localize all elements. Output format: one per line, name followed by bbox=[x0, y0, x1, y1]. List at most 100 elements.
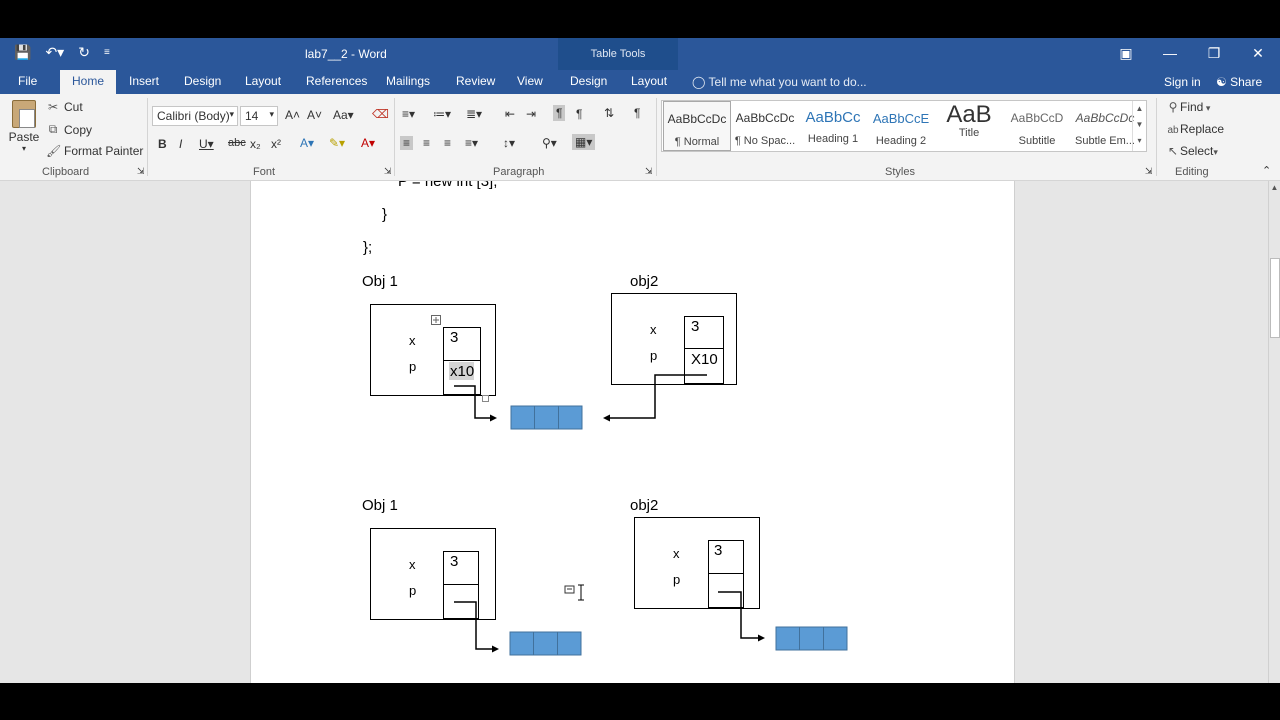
style-heading-1[interactable]: AaBbCc Heading 1 bbox=[799, 101, 867, 151]
tab-design[interactable]: Design bbox=[184, 74, 221, 88]
pointer-arrow bbox=[609, 374, 707, 419]
field-p-label: p bbox=[409, 359, 417, 374]
change-case-icon[interactable]: Aa▾ bbox=[333, 108, 354, 122]
save-icon[interactable]: 💾 bbox=[14, 44, 31, 61]
font-group-label: Font bbox=[253, 166, 276, 178]
document-canvas: P = new int [3]; } }; Obj 1 obj2 x p 3 x… bbox=[0, 181, 1268, 683]
decrease-indent-icon[interactable]: ⇤ bbox=[505, 107, 515, 121]
grow-font-icon[interactable]: A˄ bbox=[285, 108, 300, 122]
align-center-icon[interactable]: ≡ bbox=[423, 136, 430, 150]
bold-icon[interactable]: B bbox=[158, 137, 167, 151]
highlight-icon[interactable]: ✎▾ bbox=[329, 136, 345, 150]
style-no-spacing[interactable]: AaBbCcDc ¶ No Spac... bbox=[731, 101, 799, 151]
tab-home[interactable]: Home bbox=[60, 70, 117, 94]
align-right-icon[interactable]: ≡ bbox=[444, 136, 451, 150]
share-button[interactable]: ☯ Share bbox=[1216, 75, 1262, 89]
undo-icon[interactable]: ↶▾ bbox=[45, 44, 64, 61]
tab-mailings[interactable]: Mailings bbox=[386, 74, 430, 88]
numbering-icon[interactable]: ≔▾ bbox=[433, 107, 451, 121]
cut-button[interactable]: ✂ Cut bbox=[46, 100, 83, 114]
styles-scroll[interactable]: ▲ ▼ ▾ bbox=[1132, 101, 1146, 151]
minimize-button[interactable]: — bbox=[1148, 38, 1192, 70]
chevron-down-icon: ▾ bbox=[1213, 147, 1218, 157]
align-left-icon[interactable]: ≡ bbox=[400, 136, 414, 150]
paragraph-launcher-icon[interactable]: ⇲ bbox=[645, 166, 653, 177]
clear-formatting-icon[interactable]: ⌫ bbox=[372, 107, 389, 121]
borders-icon[interactable]: ▦▾ bbox=[572, 134, 596, 150]
close-button[interactable]: ✕ bbox=[1236, 38, 1280, 70]
ltr-direction-icon[interactable]: ¶ bbox=[553, 105, 566, 121]
font-size-select[interactable]: 14 ▾ bbox=[240, 106, 278, 126]
font-launcher-icon[interactable]: ⇲ bbox=[384, 166, 392, 177]
copy-button[interactable]: ⧉ Copy bbox=[46, 122, 92, 137]
shading-icon[interactable]: ⚲▾ bbox=[542, 136, 557, 150]
italic-icon[interactable]: I bbox=[179, 137, 182, 151]
vertical-scrollbar[interactable]: ▲ bbox=[1268, 181, 1280, 683]
text-effects-icon[interactable]: A▾ bbox=[300, 136, 314, 150]
format-painter-label: Format Painter bbox=[64, 144, 144, 158]
scroll-up-icon[interactable]: ▲ bbox=[1269, 183, 1280, 192]
tab-file[interactable]: File bbox=[18, 74, 37, 88]
justify-icon[interactable]: ≡▾ bbox=[465, 136, 478, 150]
obj1-x-value: 3 bbox=[450, 553, 459, 570]
tab-layout[interactable]: Layout bbox=[245, 74, 281, 88]
customize-qat-icon[interactable]: ≡ bbox=[104, 47, 110, 58]
superscript-icon[interactable]: x² bbox=[271, 137, 281, 151]
field-x-label: x bbox=[650, 322, 657, 337]
find-button[interactable]: ⚲ Find ▾ bbox=[1166, 100, 1211, 114]
select-button[interactable]: ↖ Select▾ bbox=[1166, 144, 1218, 158]
style-subtle-emphasis[interactable]: AaBbCcDc Subtle Em... bbox=[1071, 101, 1139, 151]
font-family-select[interactable]: Calibri (Body) ▾ bbox=[152, 106, 238, 126]
paste-button[interactable]: Paste ▾ bbox=[8, 100, 40, 153]
style-title[interactable]: AaB Title bbox=[935, 101, 1003, 151]
editing-group-label: Editing bbox=[1175, 166, 1209, 178]
font-color-icon[interactable]: A▾ bbox=[361, 136, 375, 150]
restore-button[interactable]: ❐ bbox=[1192, 38, 1236, 70]
tab-insert[interactable]: Insert bbox=[129, 74, 159, 88]
field-p-label: p bbox=[409, 583, 417, 598]
style-name: ¶ No Spac... bbox=[734, 135, 796, 147]
scroll-thumb[interactable] bbox=[1270, 258, 1280, 338]
bullets-icon[interactable]: ≡▾ bbox=[402, 107, 415, 121]
chevron-down-icon: ▾ bbox=[229, 109, 234, 119]
person-icon: ☯ bbox=[1216, 75, 1231, 89]
rtl-direction-icon[interactable]: ¶ bbox=[576, 107, 582, 121]
sign-in-link[interactable]: Sign in bbox=[1164, 75, 1201, 89]
sort-icon[interactable]: ⇅ bbox=[604, 106, 614, 120]
document-page[interactable]: P = new int [3]; } }; Obj 1 obj2 x p 3 x… bbox=[250, 181, 1015, 683]
tab-table-design[interactable]: Design bbox=[570, 74, 607, 88]
quick-access-toolbar: 💾 ↶▾ ↻ ≡ bbox=[14, 44, 110, 61]
style-name: Subtle Em... bbox=[1075, 135, 1135, 147]
redo-icon[interactable]: ↻ bbox=[78, 44, 90, 61]
tab-references[interactable]: References bbox=[306, 74, 367, 88]
table-resize-handle[interactable] bbox=[482, 395, 489, 402]
clipboard-launcher-icon[interactable]: ⇲ bbox=[137, 166, 145, 177]
style-heading-2[interactable]: AaBbCcE Heading 2 bbox=[867, 101, 935, 151]
increase-indent-icon[interactable]: ⇥ bbox=[526, 107, 536, 121]
subscript-icon[interactable]: x₂ bbox=[250, 137, 261, 151]
style-name: Heading 1 bbox=[807, 133, 859, 145]
format-painter-button[interactable]: 🖌 Format Painter bbox=[46, 144, 143, 158]
tab-table-layout[interactable]: Layout bbox=[631, 74, 667, 88]
strikethrough-icon[interactable]: abc bbox=[228, 137, 246, 149]
replace-button[interactable]: abReplace bbox=[1166, 122, 1224, 136]
field-x-label: x bbox=[673, 546, 680, 561]
field-p-label: p bbox=[650, 348, 658, 363]
chevron-down-icon: ▾ bbox=[1203, 103, 1211, 113]
styles-launcher-icon[interactable]: ⇲ bbox=[1145, 166, 1153, 177]
style-subtitle[interactable]: AaBbCcD Subtitle bbox=[1003, 101, 1071, 151]
tell-me-box[interactable]: ◯ Tell me what you want to do... bbox=[692, 75, 867, 89]
show-marks-icon[interactable]: ¶ bbox=[634, 106, 640, 120]
shrink-font-icon[interactable]: A˅ bbox=[307, 108, 322, 122]
style-normal[interactable]: AaBbCcDc ¶ Normal bbox=[663, 101, 731, 151]
ribbon-display-icon[interactable]: ▣ bbox=[1104, 38, 1148, 70]
multilevel-list-icon[interactable]: ≣▾ bbox=[466, 107, 482, 121]
array-block bbox=[509, 631, 582, 656]
style-name: ¶ Normal bbox=[674, 136, 720, 148]
tab-review[interactable]: Review bbox=[456, 74, 495, 88]
window-controls: ▣ — ❐ ✕ bbox=[1104, 38, 1280, 70]
collapse-ribbon-icon[interactable]: ⌃ bbox=[1262, 164, 1271, 177]
underline-icon[interactable]: U▾ bbox=[199, 137, 214, 151]
tab-view[interactable]: View bbox=[517, 74, 543, 88]
line-spacing-icon[interactable]: ↕▾ bbox=[503, 136, 515, 150]
